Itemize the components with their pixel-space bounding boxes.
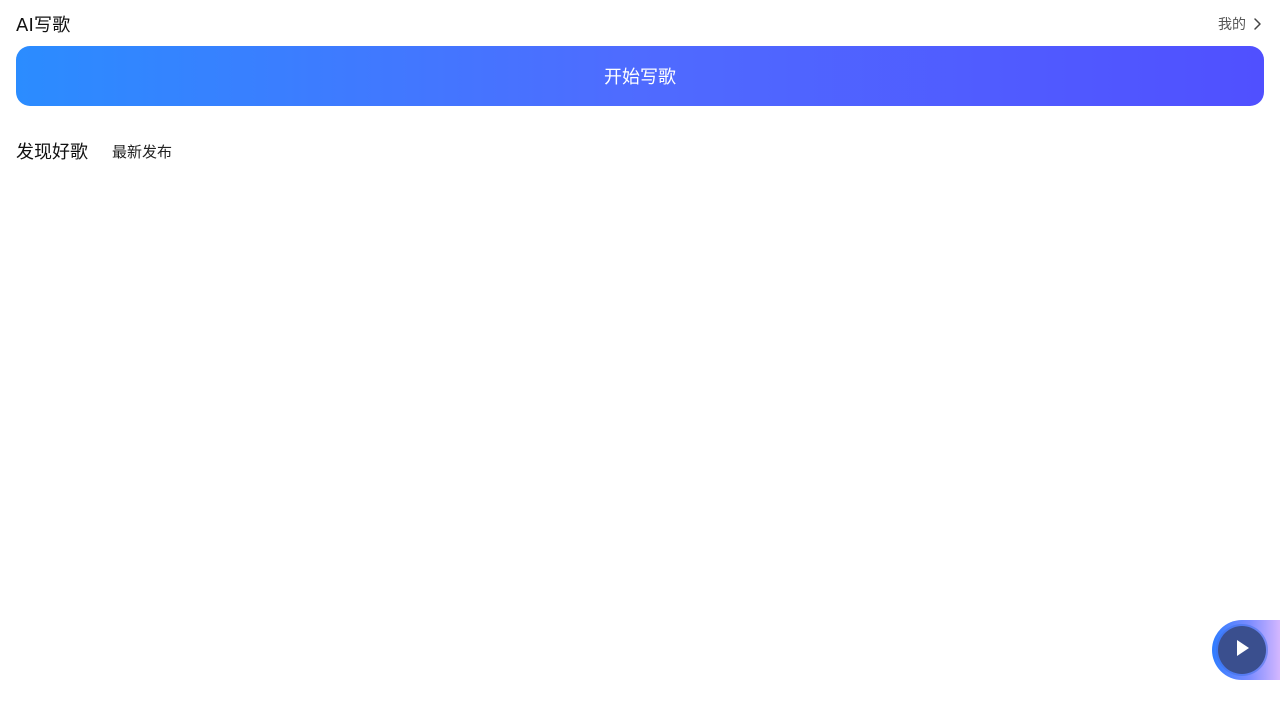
tab-latest[interactable]: 最新发布: [112, 141, 172, 162]
play-button[interactable]: [1218, 626, 1266, 674]
header: AI写歌 我的: [16, 10, 1264, 38]
tab-bar: 发现好歌 最新发布: [16, 137, 172, 165]
app-title: AI写歌: [16, 15, 71, 36]
play-icon: [1232, 638, 1252, 662]
floating-player[interactable]: [1212, 620, 1280, 680]
page: AI写歌 我的 开始写歌 发现好歌 最新发布: [0, 0, 1280, 720]
start-writing-button[interactable]: 开始写歌: [16, 46, 1264, 106]
tab-discover[interactable]: 发现好歌: [16, 138, 88, 164]
mine-link[interactable]: 我的: [1218, 14, 1264, 34]
mine-label: 我的: [1218, 17, 1246, 33]
chevron-right-icon: [1250, 17, 1264, 31]
